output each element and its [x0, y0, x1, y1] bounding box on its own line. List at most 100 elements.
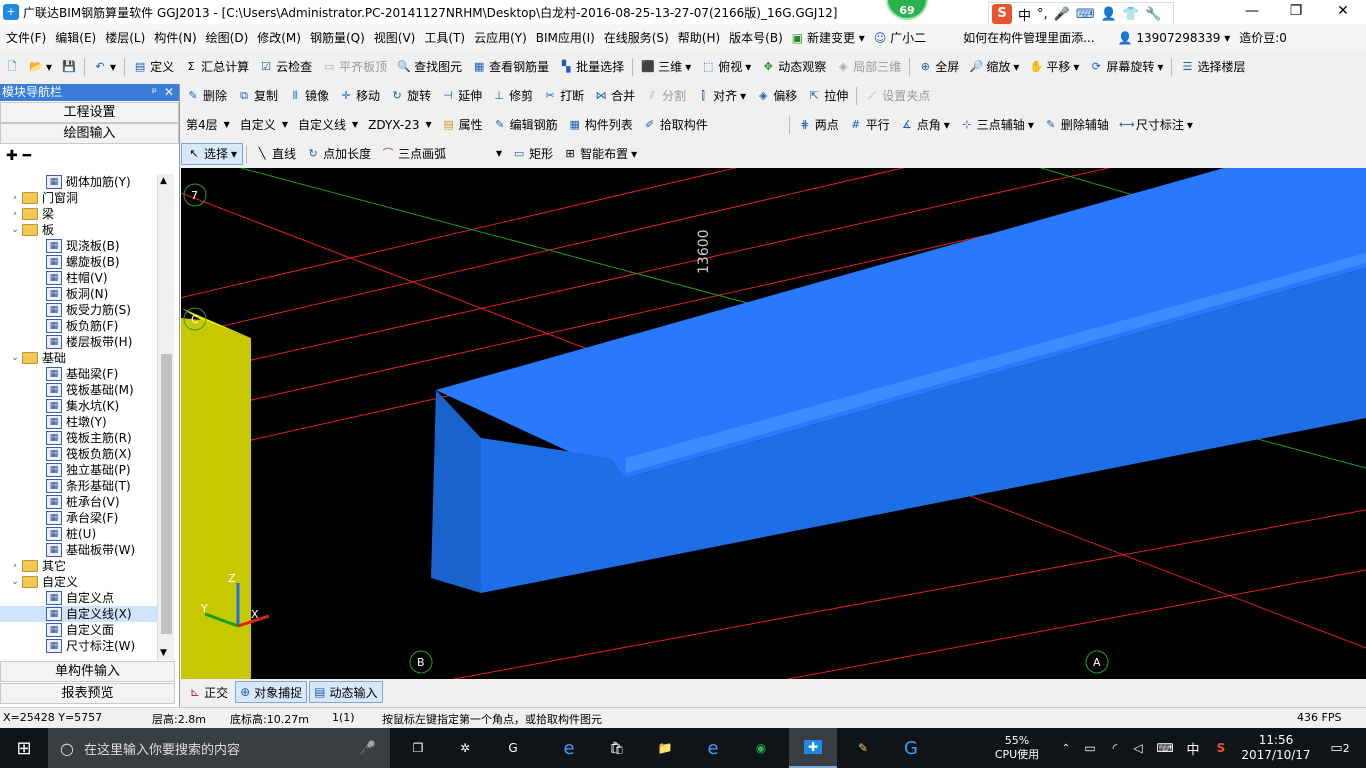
ime-toolbar[interactable]: S 中 °, 🎤 ⌨ 👤 👕 🔧 — [988, 2, 1174, 26]
category-select[interactable]: 自定义 ▼ — [235, 115, 293, 135]
rotate-button[interactable]: ↻ 旋转 — [385, 85, 436, 107]
3d-button[interactable]: ⬛ 三维 ▾ — [636, 56, 696, 78]
tree-item[interactable]: ▦ 楼层板带(H) — [0, 334, 158, 350]
tab-project-settings[interactable]: 工程设置 — [0, 102, 179, 123]
task-view-button[interactable]: ❐ — [398, 728, 438, 768]
calc-button[interactable]: Σ 汇总计算 — [179, 56, 254, 78]
zoom-button[interactable]: 🔎 缩放 ▾ — [964, 56, 1024, 78]
tree-item[interactable]: ▦ 柱帽(V) — [0, 270, 158, 286]
tree-item[interactable]: ▦ 柱墩(Y) — [0, 414, 158, 430]
tree-item[interactable]: ▦ 自定义点 — [0, 590, 158, 606]
tree-item[interactable]: ▦ 桩(U) — [0, 526, 158, 542]
menu-floor[interactable]: 楼层(L) — [99, 29, 148, 46]
fullscreen-button[interactable]: ⊕ 全屏 — [913, 56, 964, 78]
taskbar-edge[interactable]: e — [549, 728, 589, 768]
chevron-down-icon[interactable]: ⌄ — [10, 222, 20, 238]
move-button[interactable]: ✛ 移动 — [334, 85, 385, 107]
chevron-down-icon[interactable]: ⌄ — [10, 350, 20, 366]
scene-svg[interactable]: 7 C B A 13600 Z Y X — [181, 168, 1366, 679]
taskbar-ie[interactable]: e — [693, 728, 733, 768]
chevron-right-icon[interactable]: › — [10, 206, 20, 222]
chevron-right-icon[interactable]: › — [10, 190, 20, 206]
tree-folder[interactable]: › 门窗洞 — [0, 190, 158, 206]
tree-item[interactable]: ▦ 自定义线(X) — [0, 606, 158, 622]
tree-folder[interactable]: ⌄ 自定义 — [0, 574, 158, 590]
tree-item[interactable]: ▦ 桩承台(V) — [0, 494, 158, 510]
tree-item[interactable]: ▦ 板洞(N) — [0, 286, 158, 302]
tree-scrollbar[interactable]: ▲ ▼ — [157, 174, 174, 660]
tree-item[interactable]: ▦ 现浇板(B) — [0, 238, 158, 254]
taskbar-glodon[interactable]: G — [891, 728, 931, 768]
tree-item[interactable]: ▦ 筏板负筋(X) — [0, 446, 158, 462]
tree-item[interactable]: ▦ 基础板带(W) — [0, 542, 158, 558]
tree-item[interactable]: ▦ 砌体加筋(Y) — [0, 174, 158, 190]
expand-all-icon[interactable]: ✚ — [6, 148, 18, 164]
mic-icon[interactable]: 🎤 — [360, 741, 376, 756]
chevron-right-icon[interactable]: › — [10, 558, 20, 574]
punct-icon[interactable]: °, — [1037, 7, 1048, 22]
menu-new-change[interactable]: ▣ 新建变更 ▾ — [786, 29, 868, 46]
tab-single-component-input[interactable]: 单构件输入 — [0, 661, 175, 682]
close-icon[interactable]: ✕ — [164, 84, 174, 101]
menu-bim[interactable]: BIM应用(I) — [530, 29, 598, 46]
sogou-tray-icon[interactable]: S — [1210, 728, 1232, 768]
tree-item[interactable]: ▦ 筏板基础(M) — [0, 382, 158, 398]
close-button[interactable]: ✕ — [1320, 0, 1366, 24]
trim-button[interactable]: ⊥ 修剪 — [487, 85, 538, 107]
pan-button[interactable]: ✋ 平移 ▾ — [1024, 56, 1084, 78]
menu-question[interactable]: 如何在构件管理里面添... — [957, 29, 1097, 46]
scrollbar-thumb[interactable] — [161, 354, 172, 634]
tab-report-preview[interactable]: 报表预览 — [0, 683, 175, 704]
view-rebar-button[interactable]: ▦ 查看钢筋量 — [467, 56, 554, 78]
tree-folder[interactable]: ⌄ 板 — [0, 222, 158, 238]
chevron-down-icon[interactable]: ⌄ — [10, 574, 20, 590]
stretch-button[interactable]: ⇱ 拉伸 — [802, 85, 853, 107]
menu-component[interactable]: 构件(N) — [148, 29, 199, 46]
tree-item[interactable]: ▦ 集水坑(K) — [0, 398, 158, 414]
undo-button[interactable]: ↶ ▾ — [88, 56, 121, 78]
copy-button[interactable]: ⧉ 复制 — [232, 85, 283, 107]
tree-folder[interactable]: ⌄ 基础 — [0, 350, 158, 366]
search-box[interactable]: ○ 在这里输入你要搜索的内容 🎤 — [48, 728, 390, 768]
skin-icon[interactable]: 👕 — [1123, 7, 1139, 22]
menu-tools[interactable]: 工具(T) — [418, 29, 468, 46]
notification-button[interactable]: ▭ 2 — [1320, 728, 1360, 768]
three-point-arc-button[interactable]: ⌒ 三点画弧 — [376, 143, 451, 165]
menu-assistant[interactable]: ☺ 广小二 — [868, 29, 929, 46]
menu-cloud[interactable]: 云应用(Y) — [468, 29, 530, 46]
split-button[interactable]: ⫽ 分割 — [640, 85, 691, 107]
clock[interactable]: 11:56 2017/10/17 — [1240, 728, 1312, 768]
component-select[interactable]: ZDYX-23 ▼ — [363, 115, 437, 135]
tab-draw-input[interactable]: 绘图输入 — [0, 123, 179, 144]
tree-folder[interactable]: › 其它 — [0, 558, 158, 574]
tray-expand-icon[interactable]: ⌃ — [1056, 728, 1076, 768]
properties-button[interactable]: ▤ 属性 — [437, 114, 488, 136]
wifi-icon[interactable]: ◜ — [1105, 728, 1125, 768]
menu-online[interactable]: 在线服务(S) — [598, 29, 672, 46]
smart-layout-button[interactable]: ⊞ 智能布置 ▾ — [558, 143, 642, 165]
point-angle-button[interactable]: ∡ 点角 ▾ — [895, 114, 955, 136]
tree-item[interactable]: ▦ 自定义面 — [0, 622, 158, 638]
user-icon[interactable]: 👤 — [1101, 7, 1117, 22]
menu-modify[interactable]: 修改(M) — [251, 29, 304, 46]
component-list-button[interactable]: ▦ 构件列表 — [563, 114, 638, 136]
dimension-button[interactable]: ⟷ 尺寸标注 ▾ — [1114, 114, 1198, 136]
menu-rebar-qty[interactable]: 钢筋量(Q) — [304, 29, 368, 46]
align-button[interactable]: ⫿ 对齐 ▾ — [691, 85, 751, 107]
type-select[interactable]: 自定义线 ▼ — [293, 115, 363, 135]
edit-rebar-button[interactable]: ✎ 编辑钢筋 — [488, 114, 563, 136]
menu-version[interactable]: 版本号(B) — [723, 29, 786, 46]
object-snap-toggle[interactable]: ⊕ 对象捕捉 — [235, 681, 308, 703]
local-3d-button[interactable]: ◈ 局部三维 — [831, 56, 906, 78]
batch-select-button[interactable]: ▚ 批量选择 — [554, 56, 629, 78]
mirror-button[interactable]: ⫴ 镜像 — [283, 85, 334, 107]
maximize-button[interactable]: ❐ — [1273, 0, 1319, 24]
extend-button[interactable]: ⊣ 延伸 — [436, 85, 487, 107]
menu-draw[interactable]: 绘图(D) — [200, 29, 252, 46]
mic-icon[interactable]: 🎤 — [1054, 7, 1070, 22]
tree-item[interactable]: ▦ 尺寸标注(W) — [0, 638, 158, 654]
break-button[interactable]: ✂ 打断 — [538, 85, 589, 107]
tree-item[interactable]: ▦ 条形基础(T) — [0, 478, 158, 494]
taskbar-store[interactable]: 🛍 — [597, 728, 637, 768]
delete-axis-button[interactable]: ✎ 删除辅轴 — [1039, 114, 1114, 136]
